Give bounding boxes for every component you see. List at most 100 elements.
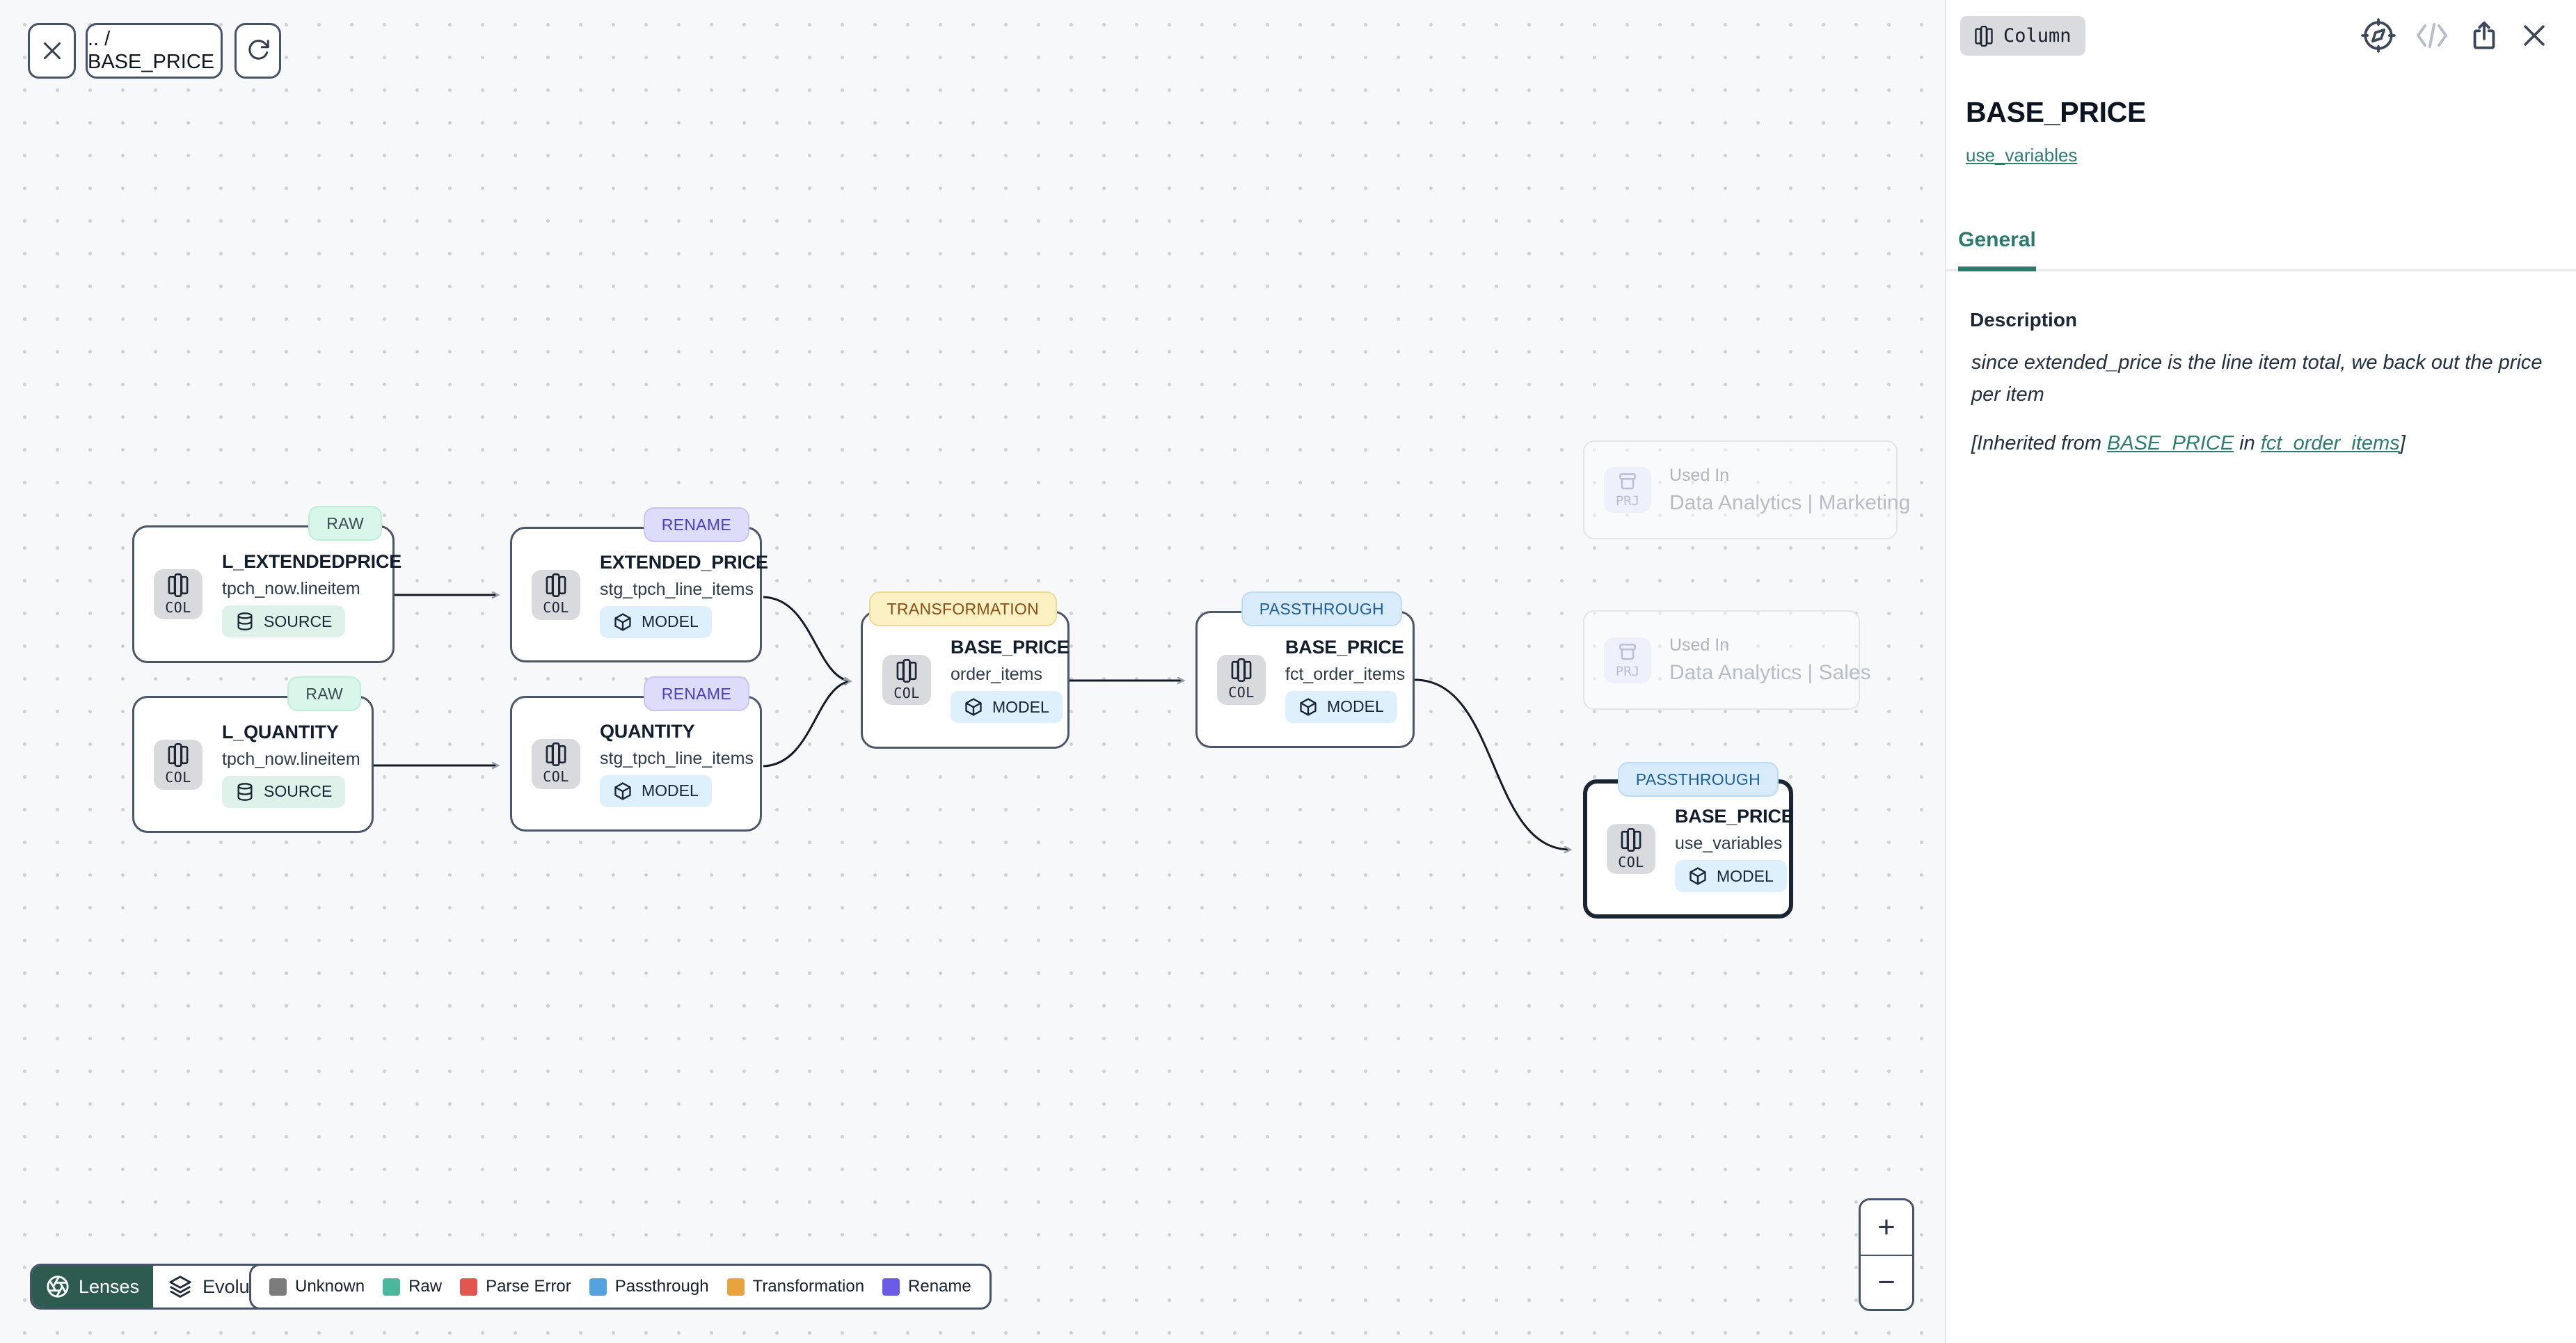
refresh-button[interactable] <box>234 23 281 79</box>
lineage-node-base-price-fct-order-items[interactable]: PASSTHROUGH COL BASE_PRICE fct_order_ite… <box>1195 611 1415 748</box>
column-type-badge: COL <box>532 739 580 789</box>
node-subtitle: stg_tpch_line_items <box>600 749 740 769</box>
used-in-node-sales: PRJ Used In Data Analytics | Sales <box>1583 610 1860 710</box>
used-in-node-marketing: PRJ Used In Data Analytics | Marketing <box>1583 440 1898 539</box>
refresh-icon <box>246 38 271 63</box>
close-panel-button[interactable] <box>2519 20 2550 51</box>
node-tag: PASSTHROUGH <box>1241 591 1402 626</box>
archive-icon <box>1617 642 1638 662</box>
columns-icon <box>896 659 918 683</box>
node-tag: RENAME <box>644 507 749 542</box>
used-in-name: Data Analytics | Marketing <box>1669 491 1910 515</box>
node-title: QUANTITY <box>600 721 740 742</box>
aperture-icon <box>46 1275 70 1298</box>
share-icon <box>2468 19 2500 52</box>
lineage-node-l-extendedprice[interactable]: RAW COL L_EXTENDEDPRICE tpch_now.lineite… <box>132 525 395 663</box>
project-kind-label: PRJ <box>1616 493 1639 509</box>
node-title: EXTENDED_PRICE <box>600 552 740 573</box>
breadcrumb-label: .. / BASE_PRICE <box>88 28 221 74</box>
node-tag: RAW <box>308 506 382 541</box>
explore-button[interactable] <box>2361 18 2396 53</box>
legend-swatch <box>383 1278 400 1296</box>
legend-swatch <box>589 1278 607 1296</box>
column-type-badge: COL <box>532 570 580 620</box>
tab-general[interactable]: General <box>1958 228 2036 252</box>
breadcrumb[interactable]: .. / BASE_PRICE <box>86 23 223 79</box>
close-lineage-button[interactable] <box>28 23 76 79</box>
node-title: BASE_PRICE <box>1675 806 1770 827</box>
lineage-node-extended-price[interactable]: RENAME COL EXTENDED_PRICE stg_tpch_line_… <box>510 527 762 662</box>
columns-icon <box>1230 658 1253 682</box>
cube-icon <box>613 781 633 801</box>
model-badge-label: MODEL <box>1717 867 1774 886</box>
lineage-node-base-price-order-items[interactable]: TRANSFORMATION COL BASE_PRICE order_item… <box>861 611 1070 749</box>
legend-item-raw: Raw <box>383 1277 442 1296</box>
column-type-badge: COL <box>154 740 202 790</box>
edge-extendedprice-baseprice <box>763 597 850 681</box>
node-tag: RAW <box>287 676 361 711</box>
model-badge-label: MODEL <box>642 612 699 631</box>
source-badge-label: SOURCE <box>264 612 332 631</box>
description-label: Description <box>1970 309 2077 331</box>
page-title: BASE_PRICE <box>1966 96 2146 129</box>
model-badge-label: MODEL <box>992 698 1049 717</box>
database-icon <box>235 782 255 802</box>
description-text: since extended_price is the line item to… <box>1971 347 2567 411</box>
zoom-out-button[interactable]: − <box>1861 1255 1912 1309</box>
legend-swatch <box>882 1278 900 1296</box>
node-subtitle: tpch_now.lineitem <box>222 749 352 770</box>
column-type-badge: COL <box>882 655 931 705</box>
lineage-node-base-price-use-variables[interactable]: PASSTHROUGH COL BASE_PRICE use_variables… <box>1583 779 1793 919</box>
node-subtitle: stg_tpch_line_items <box>600 580 740 600</box>
share-button[interactable] <box>2468 19 2500 52</box>
view-code-button[interactable] <box>2415 20 2449 51</box>
compass-icon <box>2361 18 2396 53</box>
edge-quantity-baseprice <box>763 681 850 766</box>
used-in-label: Used In <box>1669 466 1910 486</box>
description-body: since extended_price is the line item to… <box>1971 347 2567 459</box>
cube-icon <box>964 697 983 717</box>
node-tag: PASSTHROUGH <box>1618 762 1779 797</box>
column-kind-label: COL <box>1618 854 1644 871</box>
cube-icon <box>1688 866 1708 886</box>
node-title: L_EXTENDEDPRICE <box>222 551 373 573</box>
entity-kind-badge: Column <box>1960 16 2085 56</box>
columns-icon <box>167 743 189 767</box>
project-type-badge: PRJ <box>1604 467 1651 513</box>
node-subtitle: tpch_now.lineitem <box>222 579 373 599</box>
used-in-label: Used In <box>1669 635 1871 655</box>
model-badge-label: MODEL <box>642 781 699 800</box>
legend-swatch <box>460 1278 477 1296</box>
close-icon <box>40 38 65 63</box>
column-kind-label: COL <box>893 685 920 701</box>
model-badge: MODEL <box>951 691 1063 723</box>
used-in-name: Data Analytics | Sales <box>1669 661 1871 685</box>
source-badge: SOURCE <box>222 776 345 808</box>
lineage-node-l-quantity[interactable]: RAW COL L_QUANTITY tpch_now.lineitem SOU… <box>132 696 374 833</box>
columns-icon <box>1974 26 1994 47</box>
legend-item-rename: Rename <box>882 1277 971 1296</box>
legend-item-unknown: Unknown <box>269 1277 365 1296</box>
column-kind-label: COL <box>165 599 191 616</box>
model-link[interactable]: use_variables <box>1966 145 2077 166</box>
legend-swatch <box>727 1278 745 1296</box>
source-badge: SOURCE <box>222 605 345 637</box>
inherited-model-link[interactable]: fct_order_items <box>2261 432 2400 454</box>
detail-panel: Column BASE_PRICE use_variables General … <box>1945 0 2576 1343</box>
column-type-badge: COL <box>154 569 202 619</box>
inherited-column-link[interactable]: BASE_PRICE <box>2107 432 2234 454</box>
layers-icon <box>168 1275 192 1298</box>
zoom-in-button[interactable]: + <box>1861 1200 1912 1255</box>
archive-icon <box>1617 471 1638 492</box>
lenses-button[interactable]: Lenses <box>32 1266 153 1308</box>
node-subtitle: order_items <box>951 665 1048 685</box>
cube-icon <box>613 612 633 632</box>
lineage-node-quantity[interactable]: RENAME COL QUANTITY stg_tpch_line_items … <box>510 696 762 832</box>
code-icon <box>2415 20 2449 51</box>
edge-fctorderitems-usevariables <box>1415 680 1571 850</box>
lineage-app: .. / BASE_PRICE RAW COL L_EXTENDEDPRICE … <box>0 0 2576 1343</box>
model-badge: MODEL <box>600 775 712 807</box>
entity-kind-label: Column <box>2003 25 2072 47</box>
model-badge: MODEL <box>1285 691 1397 723</box>
lenses-label: Lenses <box>79 1276 139 1298</box>
